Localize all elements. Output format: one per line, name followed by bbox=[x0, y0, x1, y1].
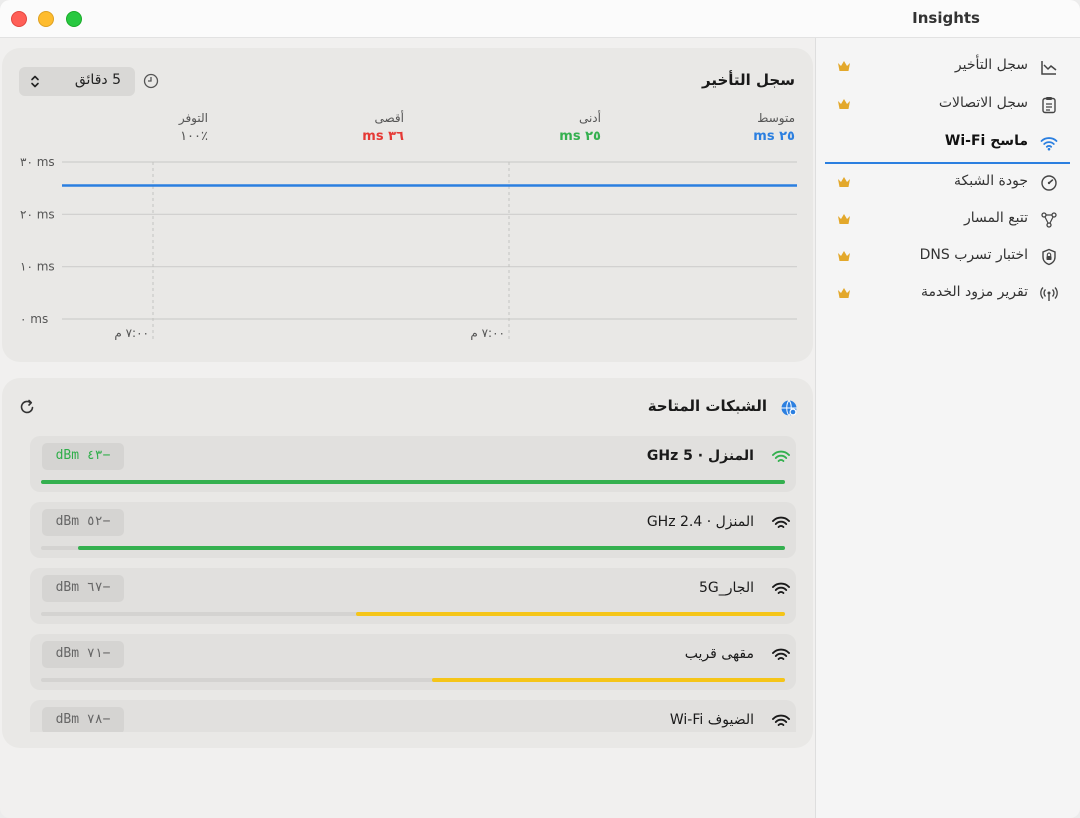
stat-average-label: متوسط bbox=[757, 111, 795, 125]
antenna-icon bbox=[1040, 287, 1058, 301]
crown-icon bbox=[838, 214, 850, 224]
latency-card: سجل التأخير 5 دقائق متوسط ٢٥ ms أدنى ٢٥ … bbox=[2, 48, 813, 362]
network-name: الجار_5G bbox=[699, 580, 754, 596]
crown-icon bbox=[838, 99, 850, 109]
network-name: المنزل · 2.4 GHz bbox=[646, 514, 754, 530]
wifi-signal-icon bbox=[772, 714, 790, 726]
x-tick-label: ٧:٠٠ م bbox=[470, 326, 505, 340]
sidebar-item-label: تقرير مزود الخدمة bbox=[921, 284, 1028, 300]
app-title: Insights bbox=[912, 9, 980, 27]
stat-maximum-label: أقصى bbox=[374, 111, 404, 125]
networks-card: الشبكات المتاحة المنزل · 5 GHz −٤٣ dBm ا… bbox=[2, 378, 813, 748]
refresh-icon[interactable] bbox=[18, 398, 36, 416]
signal-strength-badge: −٧١ dBm bbox=[42, 641, 124, 668]
network-list: المنزل · 5 GHz −٤٣ dBm المنزل · 2.4 GHz … bbox=[30, 436, 796, 732]
app-window: Insights سجل التأخير سجل الاتصالات ماسح … bbox=[0, 0, 1080, 818]
crown-icon bbox=[838, 61, 850, 71]
wifi-signal-icon bbox=[772, 516, 790, 528]
network-row[interactable]: الجار_5G −٦٧ dBm bbox=[30, 568, 796, 624]
sidebar: سجل التأخير سجل الاتصالات ماسح Wi-Fi جود… bbox=[815, 38, 1080, 818]
network-name: المنزل · 5 GHz bbox=[646, 448, 754, 464]
wifi-signal-icon bbox=[772, 450, 790, 462]
stat-uptime-label: التوفر bbox=[178, 111, 208, 125]
y-tick-label: ١٠ ms bbox=[20, 260, 55, 274]
network-row[interactable]: المنزل · 2.4 GHz −٥٢ dBm bbox=[30, 502, 796, 558]
clipboard-icon bbox=[1042, 97, 1056, 114]
wifi-signal-icon bbox=[772, 582, 790, 594]
sidebar-item-connection-log[interactable]: سجل الاتصالات bbox=[825, 88, 1070, 122]
network-name: الضيوف Wi-Fi bbox=[669, 712, 754, 728]
y-tick-label: ٠ ms bbox=[20, 312, 48, 326]
globe-icon bbox=[781, 400, 797, 416]
network-row[interactable]: مقهى قريب −٧١ dBm bbox=[30, 634, 796, 690]
signal-bar-fill bbox=[356, 612, 785, 616]
sidebar-item-label: سجل الاتصالات bbox=[938, 95, 1028, 111]
x-tick-label: ٧:٠٠ م bbox=[114, 326, 149, 340]
sidebar-item-traceroute[interactable]: تتبع المسار bbox=[825, 203, 1070, 237]
stat-maximum-value: ٣٦ ms bbox=[362, 129, 404, 144]
signal-bar bbox=[41, 678, 785, 682]
stat-uptime: التوفر ٪١٠٠ bbox=[179, 111, 208, 144]
sidebar-item-isp-report[interactable]: تقرير مزود الخدمة bbox=[825, 277, 1070, 311]
sidebar-item-network-quality[interactable]: جودة الشبكة bbox=[825, 166, 1070, 200]
sidebar-item-label: تتبع المسار bbox=[963, 210, 1028, 226]
chart-line-icon bbox=[1041, 61, 1057, 75]
signal-strength-badge: −٦٧ dBm bbox=[42, 575, 124, 602]
close-window-button[interactable] bbox=[11, 11, 27, 27]
y-tick-label: ٢٠ ms bbox=[20, 207, 55, 221]
signal-strength-badge: −٧٨ dBm bbox=[42, 707, 124, 732]
stat-minimum-label: أدنى bbox=[578, 111, 601, 125]
chevron-up-down-icon bbox=[31, 75, 39, 88]
signal-bar bbox=[41, 612, 785, 616]
stat-minimum: أدنى ٢٥ ms bbox=[559, 111, 601, 144]
sidebar-item-label: سجل التأخير bbox=[954, 57, 1028, 73]
period-select[interactable]: 5 دقائق bbox=[19, 67, 135, 96]
latency-title: سجل التأخير bbox=[702, 71, 795, 89]
networks-title: الشبكات المتاحة bbox=[647, 397, 767, 415]
sidebar-item-dns-leak-test[interactable]: اختبار تسرب DNS bbox=[825, 240, 1070, 274]
crown-icon bbox=[838, 251, 850, 261]
signal-bar-fill bbox=[78, 546, 785, 550]
shield-icon bbox=[1042, 248, 1056, 266]
minimize-window-button[interactable] bbox=[38, 11, 54, 27]
signal-strength-badge: −٥٢ dBm bbox=[42, 509, 124, 536]
active-tab-indicator bbox=[825, 162, 1070, 164]
sidebar-item-label: اختبار تسرب DNS bbox=[919, 247, 1028, 263]
latency-chart: ٣٠ ms ٢٠ ms ١٠ ms ٠ ms ٧:٠٠ م ٧:٠٠ م bbox=[20, 155, 797, 340]
sidebar-item-label: ماسح Wi-Fi bbox=[944, 133, 1028, 149]
zoom-window-button[interactable] bbox=[66, 11, 82, 27]
stat-minimum-value: ٢٥ ms bbox=[559, 129, 601, 144]
stat-average: متوسط ٢٥ ms bbox=[753, 111, 795, 144]
route-nodes-icon bbox=[1041, 212, 1057, 228]
signal-bar-fill bbox=[41, 480, 785, 484]
stat-uptime-value: ٪١٠٠ bbox=[180, 129, 208, 144]
sidebar-item-latency-log[interactable]: سجل التأخير bbox=[825, 50, 1070, 84]
y-tick-label: ٣٠ ms bbox=[20, 155, 55, 169]
speedometer-icon bbox=[1041, 175, 1057, 191]
crown-icon bbox=[838, 177, 850, 187]
network-row[interactable]: الضيوف Wi-Fi −٧٨ dBm bbox=[30, 700, 796, 732]
signal-strength-badge: −٤٣ dBm bbox=[42, 443, 124, 470]
wifi-icon bbox=[1040, 137, 1058, 151]
signal-bar bbox=[41, 546, 785, 550]
period-value: 5 دقائق bbox=[74, 72, 121, 88]
sidebar-item-label: جودة الشبكة bbox=[953, 173, 1028, 189]
network-row[interactable]: المنزل · 5 GHz −٤٣ dBm bbox=[30, 436, 796, 492]
stat-maximum: أقصى ٣٦ ms bbox=[362, 111, 404, 144]
signal-bar-fill bbox=[431, 678, 785, 682]
title-bar: Insights bbox=[0, 0, 1080, 38]
crown-icon bbox=[838, 288, 850, 298]
clock-icon[interactable] bbox=[143, 73, 159, 89]
signal-bar bbox=[41, 480, 785, 484]
sidebar-item-wifi-scanner[interactable]: ماسح Wi-Fi bbox=[825, 126, 1070, 160]
stat-average-value: ٢٥ ms bbox=[753, 129, 795, 144]
wifi-signal-icon bbox=[772, 648, 790, 660]
network-name: مقهى قريب bbox=[684, 646, 754, 662]
